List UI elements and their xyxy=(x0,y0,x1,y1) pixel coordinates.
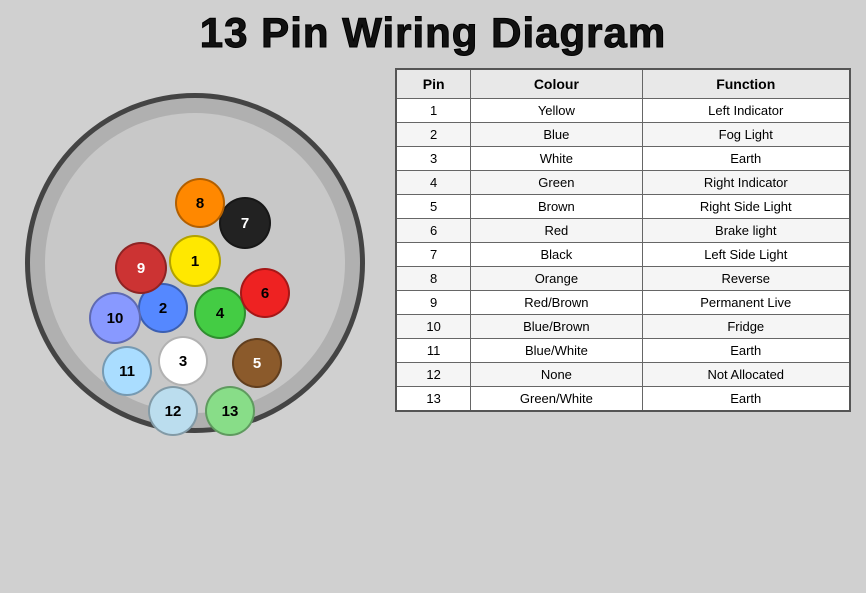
table-row: 1YellowLeft Indicator xyxy=(396,99,850,123)
header-function: Function xyxy=(642,69,850,99)
wiring-table: Pin Colour Function 1YellowLeft Indicato… xyxy=(395,68,851,412)
pin-6: 6 xyxy=(240,268,290,318)
cell-pin: 3 xyxy=(396,147,471,171)
cell-colour: Blue/White xyxy=(471,339,642,363)
outer-circle: 12345678910111213 xyxy=(25,93,365,433)
cell-function: Earth xyxy=(642,387,850,412)
cell-function: Right Indicator xyxy=(642,171,850,195)
cell-pin: 7 xyxy=(396,243,471,267)
cell-function: Permanent Live xyxy=(642,291,850,315)
pin-3: 3 xyxy=(158,336,208,386)
table-row: 2BlueFog Light xyxy=(396,123,850,147)
table-row: 6RedBrake light xyxy=(396,219,850,243)
connector-diagram: 12345678910111213 xyxy=(15,68,375,458)
cell-colour: Blue/Brown xyxy=(471,315,642,339)
cell-pin: 5 xyxy=(396,195,471,219)
header-pin: Pin xyxy=(396,69,471,99)
cell-pin: 6 xyxy=(396,219,471,243)
cell-colour: Yellow xyxy=(471,99,642,123)
pin-12: 12 xyxy=(148,386,198,436)
cell-function: Left Side Light xyxy=(642,243,850,267)
table-row: 4GreenRight Indicator xyxy=(396,171,850,195)
page-title: 13 Pin Wiring Diagram xyxy=(200,10,666,56)
pin-10: 10 xyxy=(89,292,141,344)
table-row: 9Red/BrownPermanent Live xyxy=(396,291,850,315)
pin-7: 7 xyxy=(219,197,271,249)
pin-11: 11 xyxy=(102,346,152,396)
cell-pin: 9 xyxy=(396,291,471,315)
cell-pin: 12 xyxy=(396,363,471,387)
cell-colour: White xyxy=(471,147,642,171)
cell-function: Brake light xyxy=(642,219,850,243)
pin-8: 8 xyxy=(175,178,225,228)
cell-colour: Green xyxy=(471,171,642,195)
cell-function: Fridge xyxy=(642,315,850,339)
cell-function: Not Allocated xyxy=(642,363,850,387)
cell-function: Left Indicator xyxy=(642,99,850,123)
table-row: 10Blue/BrownFridge xyxy=(396,315,850,339)
table-row: 8OrangeReverse xyxy=(396,267,850,291)
cell-function: Earth xyxy=(642,339,850,363)
cell-pin: 4 xyxy=(396,171,471,195)
cell-function: Earth xyxy=(642,147,850,171)
cell-pin: 11 xyxy=(396,339,471,363)
cell-function: Fog Light xyxy=(642,123,850,147)
cell-pin: 1 xyxy=(396,99,471,123)
table-row: 5BrownRight Side Light xyxy=(396,195,850,219)
cell-colour: None xyxy=(471,363,642,387)
cell-colour: Red/Brown xyxy=(471,291,642,315)
pin-1: 1 xyxy=(169,235,221,287)
cell-pin: 8 xyxy=(396,267,471,291)
header-colour: Colour xyxy=(471,69,642,99)
pin-9: 9 xyxy=(115,242,167,294)
cell-colour: Brown xyxy=(471,195,642,219)
table-row: 13Green/WhiteEarth xyxy=(396,387,850,412)
cell-pin: 13 xyxy=(396,387,471,412)
table-header-row: Pin Colour Function xyxy=(396,69,850,99)
cell-colour: Orange xyxy=(471,267,642,291)
pin-13: 13 xyxy=(205,386,255,436)
cell-colour: Black xyxy=(471,243,642,267)
table-row: 7BlackLeft Side Light xyxy=(396,243,850,267)
table-row: 12NoneNot Allocated xyxy=(396,363,850,387)
table-row: 3WhiteEarth xyxy=(396,147,850,171)
pin-5: 5 xyxy=(232,338,282,388)
cell-pin: 10 xyxy=(396,315,471,339)
pin-table-area: Pin Colour Function 1YellowLeft Indicato… xyxy=(395,68,851,412)
cell-function: Reverse xyxy=(642,267,850,291)
cell-colour: Green/White xyxy=(471,387,642,412)
cell-colour: Red xyxy=(471,219,642,243)
pin-4: 4 xyxy=(194,287,246,339)
cell-function: Right Side Light xyxy=(642,195,850,219)
main-content: 12345678910111213 Pin Colour Function 1Y… xyxy=(15,68,851,458)
cell-pin: 2 xyxy=(396,123,471,147)
cell-colour: Blue xyxy=(471,123,642,147)
inner-circle: 12345678910111213 xyxy=(45,113,345,413)
table-row: 11Blue/WhiteEarth xyxy=(396,339,850,363)
